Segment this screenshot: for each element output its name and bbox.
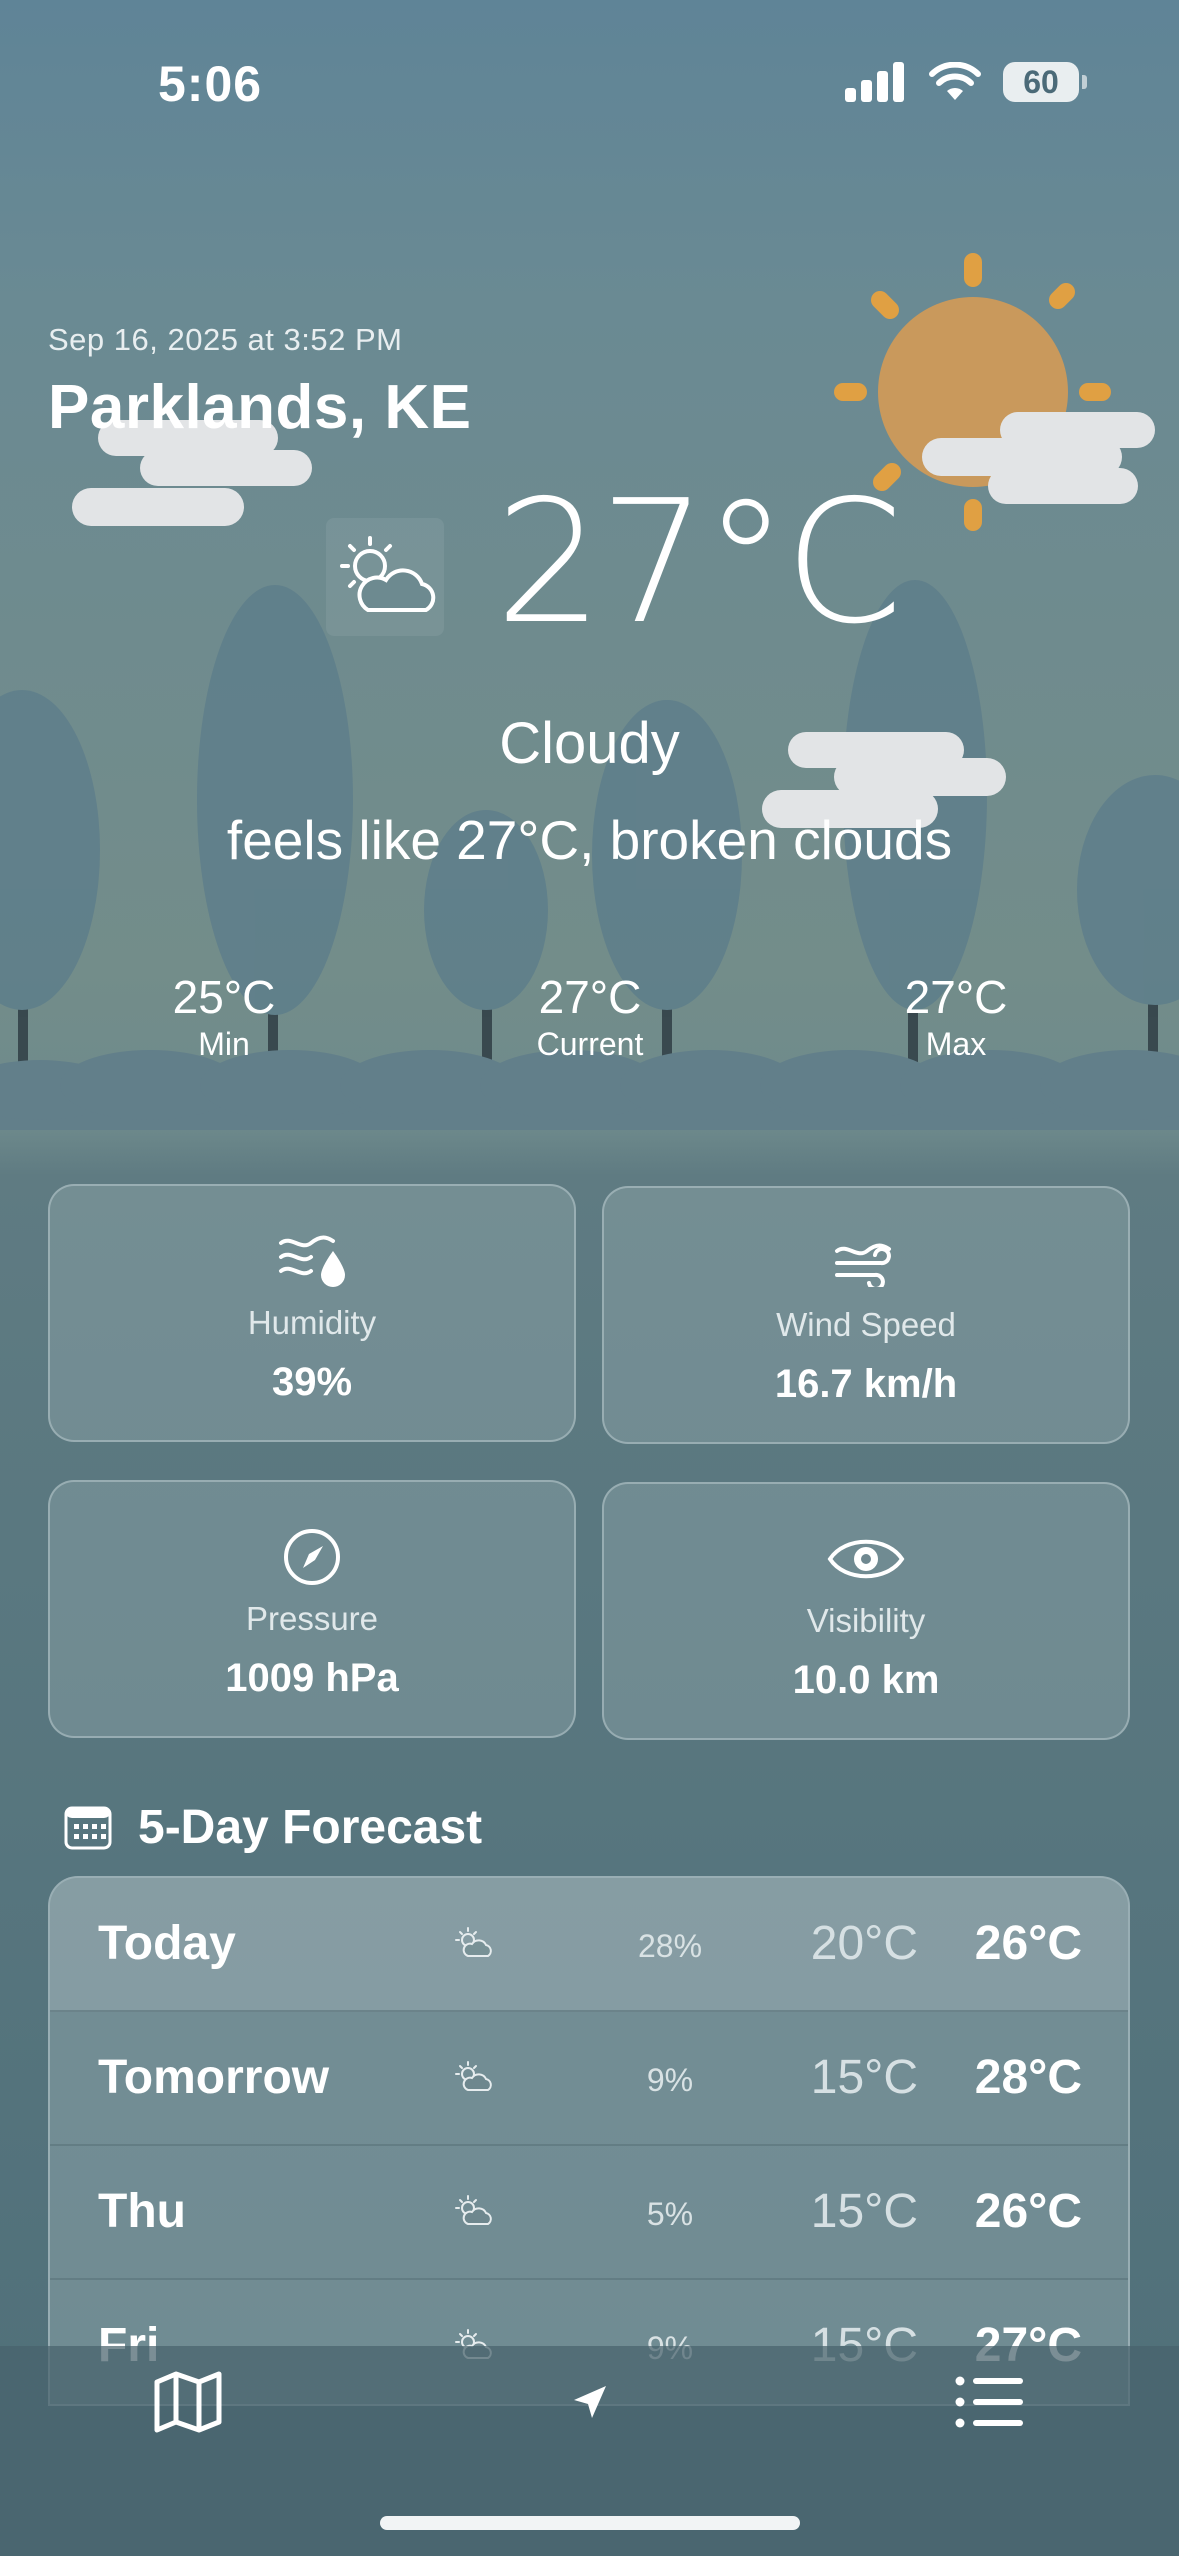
min-temp-label: Min — [198, 1026, 250, 1062]
humidity-card[interactable]: Humidity 39% — [48, 1184, 576, 1442]
pressure-label: Pressure — [245, 1600, 379, 1637]
observation-date: Sep 16, 2025 at 3:52 PM — [48, 322, 403, 357]
partly-cloudy-icon — [455, 2195, 492, 2225]
current-temp-value: 27°C — [538, 971, 642, 1023]
condition-text: Cloudy — [499, 711, 680, 776]
forecast-low: 15°C — [810, 2051, 918, 2104]
map-icon — [154, 2371, 222, 2433]
max-temp-label: Max — [925, 1026, 987, 1062]
max-temp-value: 27°C — [904, 971, 1008, 1023]
current-temp-summary: 27°C Current — [460, 970, 720, 1063]
forecast-low: 20°C — [810, 1917, 918, 1970]
map-button[interactable] — [148, 2362, 228, 2442]
forecast-high: 28°C — [974, 2051, 1082, 2104]
partly-cloudy-icon — [455, 2061, 492, 2091]
location-name: Parklands, KE — [48, 373, 472, 442]
forecast-header: 5-Day Forecast — [64, 1800, 482, 1855]
eye-icon — [827, 1539, 905, 1579]
forecast-day: Tomorrow — [98, 2051, 330, 2104]
current-temp-label: Current — [536, 1026, 644, 1062]
forecast-low: 15°C — [810, 2185, 918, 2238]
forecast-precip: 5% — [646, 2196, 694, 2232]
forecast-row-today[interactable]: Today 28% 20°C 26°C — [50, 1878, 1128, 2012]
pressure-value: 1009 hPa — [225, 1656, 399, 1700]
min-temp: 25°C Min — [94, 970, 354, 1063]
partly-cloudy-icon — [326, 518, 444, 636]
wind-icon — [835, 1243, 891, 1287]
current-temperature: 27°C — [495, 464, 903, 662]
city-list-button[interactable] — [950, 2362, 1030, 2442]
battery-icon: 60 — [1003, 62, 1087, 102]
visibility-label: Visibility — [806, 1602, 926, 1639]
cellular-signal-icon — [845, 62, 904, 102]
forecast-list: Today 28% 20°C 26°C Tomorrow 9% 15°C 28°… — [48, 1876, 1130, 2406]
feels-like-text: feels like 27°C, broken clouds — [226, 809, 953, 871]
forecast-title: 5-Day Forecast — [138, 1801, 483, 1854]
status-icons: 60 — [845, 62, 1087, 102]
home-indicator[interactable] — [380, 2516, 800, 2530]
min-temp-value: 25°C — [172, 971, 276, 1023]
humidity-value: 39% — [271, 1360, 353, 1404]
status-time: 5:06 — [158, 56, 263, 112]
forecast-row-tomorrow[interactable]: Tomorrow 9% 15°C 28°C — [50, 2012, 1128, 2146]
pressure-card[interactable]: Pressure 1009 hPa — [48, 1480, 576, 1738]
wind-speed-label: Wind Speed — [776, 1306, 956, 1343]
list-icon — [955, 2376, 1023, 2428]
wind-speed-value: 16.7 km/h — [774, 1362, 958, 1406]
forecast-precip: 28% — [637, 1928, 703, 1964]
partly-cloudy-icon — [455, 1927, 492, 1957]
forecast-high: 26°C — [974, 2185, 1082, 2238]
humidity-icon — [279, 1235, 345, 1287]
forecast-day: Thu — [98, 2185, 186, 2238]
wind-speed-card[interactable]: Wind Speed 16.7 km/h — [602, 1186, 1130, 1444]
max-temp: 27°C Max — [826, 970, 1086, 1063]
forecast-row-thu[interactable]: Thu 5% 15°C 26°C — [50, 2146, 1128, 2280]
visibility-card[interactable]: Visibility 10.0 km — [602, 1482, 1130, 1740]
forecast-high: 26°C — [974, 1917, 1082, 1970]
visibility-value: 10.0 km — [792, 1658, 940, 1702]
current-location-button[interactable] — [550, 2362, 630, 2442]
wifi-icon — [929, 62, 981, 100]
battery-level: 60 — [1023, 64, 1059, 100]
humidity-label: Humidity — [247, 1304, 377, 1341]
forecast-day: Today — [98, 1917, 236, 1970]
gauge-icon — [284, 1529, 340, 1585]
location-arrow-icon — [574, 2386, 606, 2418]
forecast-precip: 9% — [646, 2062, 694, 2098]
calendar-icon — [64, 1806, 112, 1849]
